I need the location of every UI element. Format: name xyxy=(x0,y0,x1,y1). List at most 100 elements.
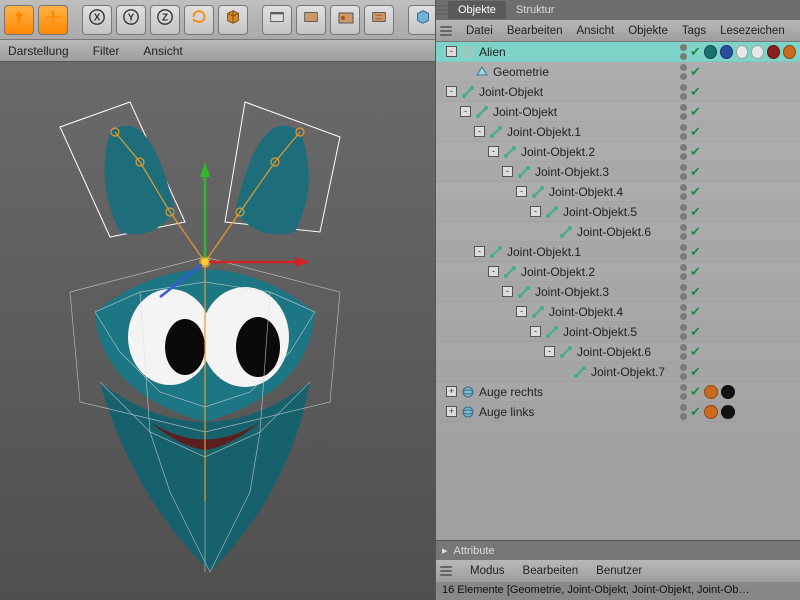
expand-toggle[interactable]: - xyxy=(488,146,499,157)
3d-viewport[interactable] xyxy=(0,62,435,600)
tag-icon[interactable] xyxy=(721,405,735,419)
toolbar-z-button[interactable]: Z xyxy=(150,5,180,35)
menu-bearbeiten[interactable]: Bearbeiten xyxy=(507,25,563,37)
tree-row[interactable]: -Alien✔ xyxy=(436,42,800,62)
toolbar-prim-button[interactable] xyxy=(408,5,438,35)
tree-row[interactable]: -Joint-Objekt.6✔ xyxy=(436,342,800,362)
visibility-dots[interactable] xyxy=(680,44,687,60)
tree-row[interactable]: -Joint-Objekt.5✔ xyxy=(436,322,800,342)
expand-toggle[interactable]: - xyxy=(488,266,499,277)
expand-toggle[interactable]: - xyxy=(516,306,527,317)
enable-check-icon[interactable]: ✔ xyxy=(690,147,701,157)
attr-menu-modus[interactable]: Modus xyxy=(470,565,505,577)
toolbar-cube-button[interactable] xyxy=(218,5,248,35)
visibility-dots[interactable] xyxy=(680,64,687,80)
visibility-dots[interactable] xyxy=(680,204,687,220)
tab-objekte[interactable]: Objekte xyxy=(448,1,506,19)
menu-lesezeichen[interactable]: Lesezeichen xyxy=(720,25,785,37)
panel-gripper-icon[interactable] xyxy=(436,5,448,15)
toolbar-rotate1-button[interactable] xyxy=(184,5,214,35)
visibility-dots[interactable] xyxy=(680,304,687,320)
enable-check-icon[interactable]: ✔ xyxy=(690,347,701,357)
tree-row[interactable]: -Joint-Objekt✔ xyxy=(436,82,800,102)
toolbar-film2-button[interactable] xyxy=(296,5,326,35)
expand-toggle[interactable]: + xyxy=(446,386,457,397)
expand-toggle[interactable]: - xyxy=(502,166,513,177)
menu-ansicht[interactable]: Ansicht xyxy=(576,25,614,37)
visibility-dots[interactable] xyxy=(680,164,687,180)
toolbar-y-button[interactable]: Y xyxy=(116,5,146,35)
visibility-dots[interactable] xyxy=(680,124,687,140)
tag-icon[interactable] xyxy=(720,45,733,59)
enable-check-icon[interactable]: ✔ xyxy=(690,227,701,237)
attr-menu-bearbeiten[interactable]: Bearbeiten xyxy=(523,565,579,577)
attributes-header[interactable]: ▸ Attribute xyxy=(436,540,800,560)
expand-toggle[interactable]: - xyxy=(446,46,457,57)
expand-toggle[interactable]: - xyxy=(474,246,485,257)
visibility-dots[interactable] xyxy=(680,384,687,400)
tree-row[interactable]: -Joint-Objekt✔ xyxy=(436,102,800,122)
tree-row[interactable]: -Joint-Objekt.5✔ xyxy=(436,202,800,222)
menu-objekte[interactable]: Objekte xyxy=(628,25,668,37)
enable-check-icon[interactable]: ✔ xyxy=(690,207,701,217)
enable-check-icon[interactable]: ✔ xyxy=(690,367,701,377)
tree-row[interactable]: +Auge rechts✔ xyxy=(436,382,800,402)
visibility-dots[interactable] xyxy=(680,84,687,100)
menu-datei[interactable]: Datei xyxy=(466,25,493,37)
expand-toggle[interactable]: - xyxy=(460,106,471,117)
tree-row[interactable]: -Joint-Objekt.4✔ xyxy=(436,182,800,202)
visibility-dots[interactable] xyxy=(680,284,687,300)
viewport-menu-item[interactable]: Ansicht xyxy=(143,44,182,58)
expand-toggle[interactable]: - xyxy=(474,126,485,137)
enable-check-icon[interactable]: ✔ xyxy=(690,387,701,397)
expand-toggle[interactable]: - xyxy=(446,86,457,97)
tab-struktur[interactable]: Struktur xyxy=(506,1,565,19)
visibility-dots[interactable] xyxy=(680,324,687,340)
enable-check-icon[interactable]: ✔ xyxy=(690,407,701,417)
expand-toggle[interactable]: - xyxy=(530,326,541,337)
tree-row[interactable]: -Joint-Objekt.4✔ xyxy=(436,302,800,322)
enable-check-icon[interactable]: ✔ xyxy=(690,187,701,197)
enable-check-icon[interactable]: ✔ xyxy=(690,287,701,297)
attr-menu-benutzer[interactable]: Benutzer xyxy=(596,565,642,577)
tree-row[interactable]: -Joint-Objekt.2✔ xyxy=(436,142,800,162)
toolbar-film3-button[interactable] xyxy=(330,5,360,35)
tree-row[interactable]: -Joint-Objekt.1✔ xyxy=(436,242,800,262)
visibility-dots[interactable] xyxy=(680,364,687,380)
toolbar-film1-button[interactable] xyxy=(262,5,292,35)
attr-gripper-icon[interactable] xyxy=(440,566,452,576)
tree-row[interactable]: Joint-Objekt.6✔ xyxy=(436,222,800,242)
viewport-menu-item[interactable]: Filter xyxy=(93,44,120,58)
tree-row[interactable]: +Auge links✔ xyxy=(436,402,800,422)
tree-row[interactable]: -Joint-Objekt.1✔ xyxy=(436,122,800,142)
enable-check-icon[interactable]: ✔ xyxy=(690,307,701,317)
expand-toggle[interactable]: - xyxy=(502,286,513,297)
visibility-dots[interactable] xyxy=(680,244,687,260)
tree-row[interactable]: Joint-Objekt.7✔ xyxy=(436,362,800,382)
expand-toggle[interactable]: - xyxy=(530,206,541,217)
expand-toggle[interactable]: - xyxy=(516,186,527,197)
toolbar-x-button[interactable]: X xyxy=(82,5,112,35)
enable-check-icon[interactable]: ✔ xyxy=(690,47,701,57)
tree-row[interactable]: -Joint-Objekt.3✔ xyxy=(436,162,800,182)
enable-check-icon[interactable]: ✔ xyxy=(690,107,701,117)
visibility-dots[interactable] xyxy=(680,344,687,360)
visibility-dots[interactable] xyxy=(680,104,687,120)
enable-check-icon[interactable]: ✔ xyxy=(690,67,701,77)
tree-row[interactable]: -Joint-Objekt.3✔ xyxy=(436,282,800,302)
tag-icon[interactable] xyxy=(704,405,718,419)
visibility-dots[interactable] xyxy=(680,144,687,160)
viewport-menu-item[interactable]: Darstellung xyxy=(8,44,69,58)
tag-icon[interactable] xyxy=(704,385,718,399)
enable-check-icon[interactable]: ✔ xyxy=(690,127,701,137)
enable-check-icon[interactable]: ✔ xyxy=(690,87,701,97)
toolbar-film4-button[interactable] xyxy=(364,5,394,35)
enable-check-icon[interactable]: ✔ xyxy=(690,267,701,277)
expand-toggle[interactable]: - xyxy=(544,346,555,357)
tag-icon[interactable] xyxy=(751,45,764,59)
visibility-dots[interactable] xyxy=(680,264,687,280)
tag-icon[interactable] xyxy=(783,45,796,59)
tree-row[interactable]: -Joint-Objekt.2✔ xyxy=(436,262,800,282)
enable-check-icon[interactable]: ✔ xyxy=(690,327,701,337)
enable-check-icon[interactable]: ✔ xyxy=(690,167,701,177)
